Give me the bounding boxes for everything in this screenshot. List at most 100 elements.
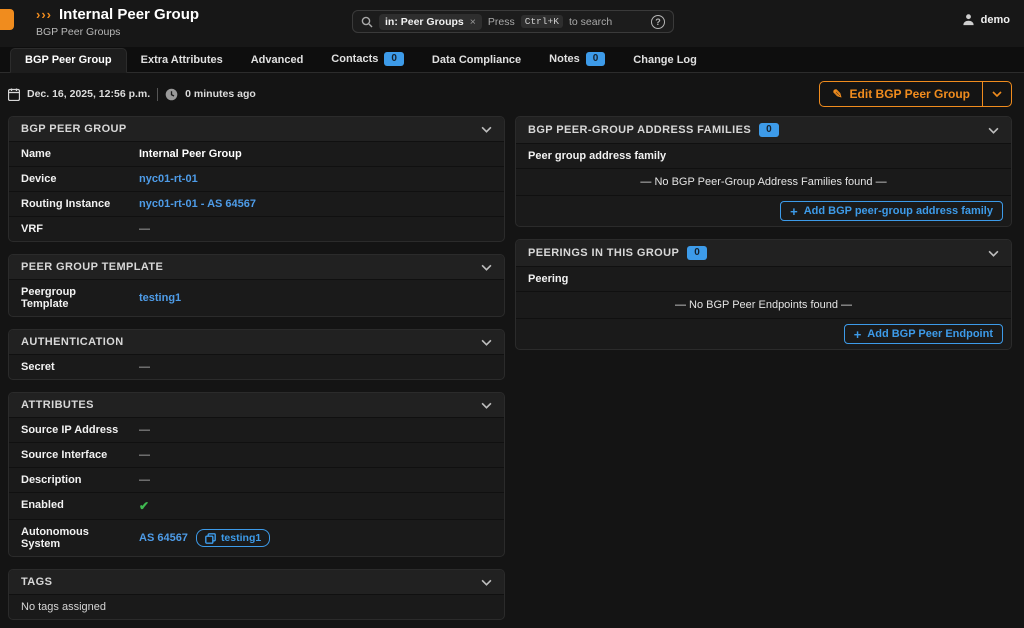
as-provider-badge[interactable]: testing1 — [196, 529, 270, 547]
collapse-chevron-icon[interactable] — [481, 402, 492, 409]
pencil-icon: ✎ — [832, 87, 842, 101]
add-address-family-button[interactable]: + Add BGP peer-group address family — [780, 201, 1003, 221]
main-content: Dec. 16, 2025, 12:56 p.m. 0 minutes ago … — [0, 73, 1024, 628]
panel-footer: + Add BGP Peer Endpoint — [516, 318, 1011, 349]
search-filter-chip-label: in: Peer Groups — [385, 16, 464, 28]
edit-button-label: Edit BGP Peer Group — [850, 87, 970, 101]
panel-header: BGP PEER-GROUP ADDRESS FAMILIES 0 — [516, 117, 1011, 143]
panel-header: PEERINGS IN THIS GROUP 0 — [516, 240, 1011, 266]
field-row-autonomous-system: Autonomous System AS 64567 testing1 — [9, 519, 504, 556]
meta-row: Dec. 16, 2025, 12:56 p.m. 0 minutes ago … — [8, 81, 1012, 107]
keyboard-shortcut: Ctrl+K — [521, 15, 563, 28]
clock-icon — [165, 88, 178, 101]
empty-value: — — [139, 223, 150, 235]
collapse-chevron-icon[interactable] — [481, 339, 492, 346]
tab-advanced[interactable]: Advanced — [237, 49, 318, 72]
search-icon — [361, 16, 373, 28]
calendar-icon — [8, 88, 20, 101]
peergroup-template-link[interactable]: testing1 — [139, 292, 181, 304]
left-column: BGP PEER GROUP Name Internal Peer Group … — [8, 116, 505, 620]
plus-icon: + — [790, 206, 798, 217]
notes-count-badge: 0 — [586, 52, 606, 66]
breadcrumb-chevrons-icon: ››› — [36, 7, 52, 22]
copy-icon — [205, 533, 216, 544]
username: demo — [981, 14, 1010, 26]
peerings-count-badge: 0 — [687, 246, 707, 260]
collapse-chevron-icon[interactable] — [481, 264, 492, 271]
user-icon — [962, 13, 975, 26]
panel-tags: TAGS No tags assigned — [8, 569, 505, 620]
empty-value: — — [139, 449, 150, 461]
collapse-chevron-icon[interactable] — [988, 250, 999, 257]
as-badge-label: testing1 — [221, 532, 261, 544]
panel-attributes: ATTRIBUTES Source IP Address — Source In… — [8, 392, 505, 557]
tab-bgp-peer-group[interactable]: BGP Peer Group — [10, 48, 127, 73]
field-row-enabled: Enabled ✔ — [9, 492, 504, 519]
search-hint-press: Press — [488, 16, 515, 28]
sidebar-toggle-button[interactable] — [0, 9, 14, 30]
address-families-count-badge: 0 — [759, 123, 779, 137]
panel-header: PEER GROUP TEMPLATE — [9, 255, 504, 279]
search-input[interactable]: in: Peer Groups × Press Ctrl+K to search… — [352, 10, 674, 33]
user-menu[interactable]: demo — [962, 13, 1010, 26]
check-icon: ✔ — [139, 499, 149, 513]
tab-extra-attributes[interactable]: Extra Attributes — [127, 49, 237, 72]
panel-footer: + Add BGP peer-group address family — [516, 195, 1011, 226]
panel-header: AUTHENTICATION — [9, 330, 504, 354]
panel-address-families: BGP PEER-GROUP ADDRESS FAMILIES 0 Peer g… — [515, 116, 1012, 227]
panel-header: BGP PEER GROUP — [9, 117, 504, 141]
panel-peerings: PEERINGS IN THIS GROUP 0 Peering — No BG… — [515, 239, 1012, 350]
field-row-source-ip: Source IP Address — — [9, 417, 504, 442]
help-icon[interactable]: ? — [651, 15, 665, 29]
panel-header: TAGS — [9, 570, 504, 594]
collapse-chevron-icon[interactable] — [988, 127, 999, 134]
edit-dropdown-button[interactable] — [983, 82, 1011, 106]
edit-bgp-peer-group-button[interactable]: ✎ Edit BGP Peer Group — [820, 82, 983, 106]
field-row-secret: Secret — — [9, 354, 504, 379]
panel-authentication: AUTHENTICATION Secret — — [8, 329, 505, 380]
empty-value: — — [139, 361, 150, 373]
close-icon[interactable]: × — [470, 16, 476, 28]
field-row-device: Device nyc01-rt-01 — [9, 166, 504, 191]
divider — [157, 88, 158, 101]
empty-state-message: — No BGP Peer-Group Address Families fou… — [516, 168, 1011, 195]
search-filter-chip[interactable]: in: Peer Groups × — [379, 14, 482, 30]
top-bar: ››› Internal Peer Group BGP Peer Groups … — [0, 0, 1024, 47]
tab-data-compliance[interactable]: Data Compliance — [418, 49, 535, 72]
panel-bgp-peer-group: BGP PEER GROUP Name Internal Peer Group … — [8, 116, 505, 242]
table-column-header: Peer group address family — [516, 143, 1011, 168]
right-column: BGP PEER-GROUP ADDRESS FAMILIES 0 Peer g… — [515, 116, 1012, 350]
contacts-count-badge: 0 — [384, 52, 404, 66]
collapse-chevron-icon[interactable] — [481, 579, 492, 586]
empty-state-message: — No BGP Peer Endpoints found — — [516, 291, 1011, 318]
edit-button-group: ✎ Edit BGP Peer Group — [819, 81, 1012, 107]
created-timestamp: Dec. 16, 2025, 12:56 p.m. — [27, 88, 150, 100]
no-tags-message: No tags assigned — [9, 595, 118, 619]
field-row-source-interface: Source Interface — — [9, 442, 504, 467]
routing-instance-link[interactable]: nyc01-rt-01 - AS 64567 — [139, 198, 256, 210]
empty-value: — — [139, 474, 150, 486]
device-link[interactable]: nyc01-rt-01 — [139, 173, 198, 185]
breadcrumb[interactable]: BGP Peer Groups — [36, 26, 199, 38]
tab-contacts[interactable]: Contacts0 — [317, 47, 418, 72]
field-value: Internal Peer Group — [139, 148, 242, 160]
add-peer-endpoint-label: Add BGP Peer Endpoint — [867, 328, 993, 340]
panel-header: ATTRIBUTES — [9, 393, 504, 417]
field-row-name: Name Internal Peer Group — [9, 141, 504, 166]
add-address-family-label: Add BGP peer-group address family — [804, 205, 993, 217]
add-peer-endpoint-button[interactable]: + Add BGP Peer Endpoint — [844, 324, 1003, 344]
tab-change-log[interactable]: Change Log — [619, 49, 711, 72]
panel-peer-group-template: PEER GROUP TEMPLATE Peergroup Template t… — [8, 254, 505, 317]
empty-value: — — [139, 424, 150, 436]
tab-bar: BGP Peer Group Extra Attributes Advanced… — [0, 47, 1024, 73]
field-row-peergroup-template: Peergroup Template testing1 — [9, 279, 504, 316]
field-row-vrf: VRF — — [9, 216, 504, 241]
field-row-routing-instance: Routing Instance nyc01-rt-01 - AS 64567 — [9, 191, 504, 216]
collapse-chevron-icon[interactable] — [481, 126, 492, 133]
autonomous-system-link[interactable]: AS 64567 — [139, 532, 188, 544]
search-hint-suffix: to search — [569, 16, 612, 28]
table-column-header: Peering — [516, 266, 1011, 291]
title-block: ››› Internal Peer Group BGP Peer Groups — [36, 6, 199, 38]
page-title: Internal Peer Group — [59, 6, 199, 23]
tab-notes[interactable]: Notes0 — [535, 47, 619, 72]
